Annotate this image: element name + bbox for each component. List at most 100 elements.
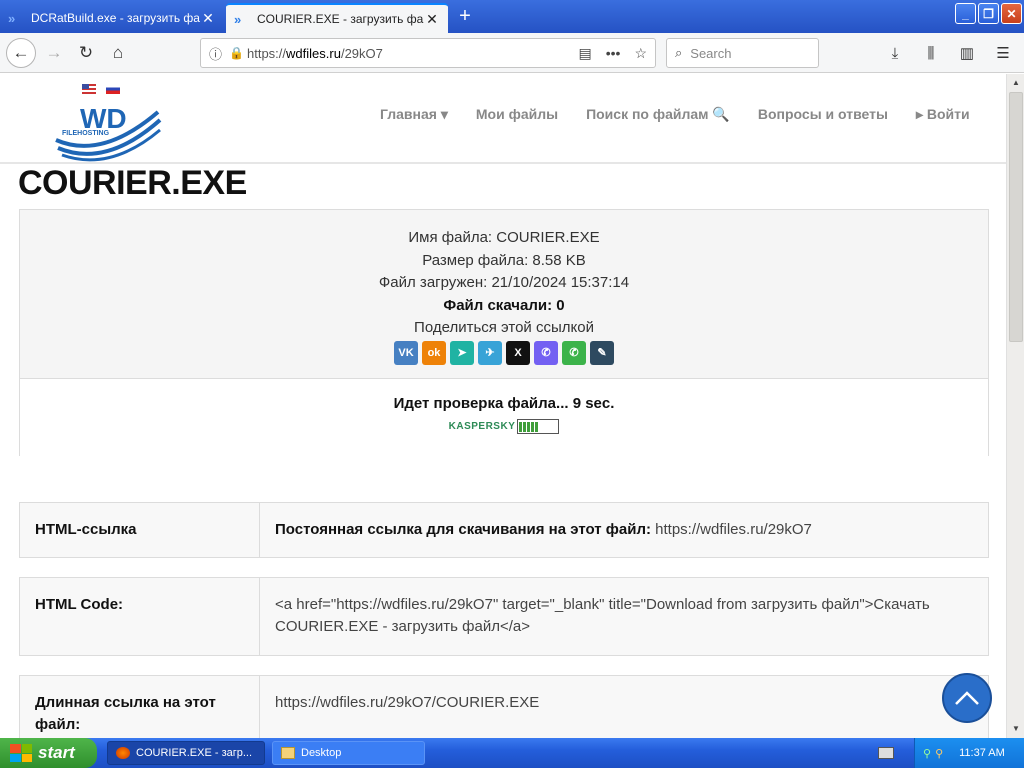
ok-share-button[interactable]: ok <box>422 340 446 365</box>
bookmark-star-icon[interactable]: ☆ <box>634 45 647 62</box>
viber-share-button[interactable]: ✆ <box>534 340 558 365</box>
forward-icon[interactable]: → <box>40 39 68 67</box>
window-controls: _ ❐ ✕ <box>955 3 1022 24</box>
clock[interactable]: 11:37 AM <box>959 747 1005 759</box>
share-label: Поделиться этой ссылкой <box>414 319 594 337</box>
windows-taskbar: start COURIER.EXE - загр... Desktop ⚲ ⚲ … <box>0 738 1024 768</box>
html-link-value: Постоянная ссылка для скачивания на этот… <box>260 503 988 557</box>
tab-dcratbuild[interactable]: » DCRatBuild.exe - загрузить файл ✕ <box>0 3 224 33</box>
check-status: Идет проверка файла... 9 sec. <box>393 395 615 412</box>
address-bar[interactable]: ⓘ 🔒 https://wdfiles.ru/29kO7 ▤ ••• ☆ <box>200 38 656 68</box>
feed-share-button[interactable]: ➤ <box>450 340 474 365</box>
scroll-down-icon[interactable]: ▼ <box>1009 722 1023 736</box>
kaspersky-logo: KASPERSKY <box>448 421 516 432</box>
html-link-row: HTML-ссылка Постоянная ссылка для скачив… <box>19 502 989 558</box>
html-link-label: HTML-ссылка <box>20 503 260 557</box>
scan-progress-bar <box>517 419 560 434</box>
search-icon: ⌕ <box>675 45 683 60</box>
close-tab-icon[interactable]: ✕ <box>200 10 216 27</box>
whatsapp-share-button[interactable]: ✆ <box>562 340 586 365</box>
file-uploaded: Файл загружен: 21/10/2024 15:37:14 <box>378 274 630 292</box>
long-link-row: Длинная ссылка на этот файл: https://wdf… <box>19 675 989 738</box>
tab-courier[interactable]: » COURIER.EXE - загрузить файл ✕ <box>226 3 448 33</box>
html-code-value[interactable]: <a href="https://wdfiles.ru/29kO7" targe… <box>260 578 988 655</box>
new-tab-icon[interactable]: + <box>453 4 477 28</box>
file-downloads: Файл скачали: 0 <box>443 296 565 314</box>
search-input[interactable]: ⌕ Search <box>666 38 819 68</box>
nav-search-files[interactable]: Поиск по файлам 🔍 <box>586 106 730 123</box>
library-icon[interactable]: ⫼ <box>918 38 944 68</box>
file-name: Имя файла: COURIER.EXE <box>408 229 600 246</box>
scroll-thumb[interactable] <box>1009 92 1023 342</box>
info-icon[interactable]: ⓘ <box>209 44 229 63</box>
url-prefix: https:// <box>247 45 287 61</box>
restore-icon[interactable]: ❐ <box>978 3 999 24</box>
chevron-up-icon <box>955 691 979 705</box>
task-label: COURIER.EXE - загр... <box>136 747 253 759</box>
scroll-to-top-button[interactable] <box>942 673 992 723</box>
tab-title: COURIER.EXE - загрузить файл <box>257 12 424 26</box>
taskbar-item-courier[interactable]: COURIER.EXE - загр... <box>107 741 265 765</box>
url-host: wdfiles.ru <box>286 45 341 61</box>
html-code-label: HTML Code: <box>20 578 260 655</box>
menu-icon[interactable]: ☰ <box>990 38 1016 68</box>
network-icon[interactable]: ⚲ <box>923 747 931 760</box>
nav-login[interactable]: ▸ Войти <box>916 106 970 123</box>
telegram-share-button[interactable]: ✈ <box>478 340 502 365</box>
url-text[interactable]: https://wdfiles.ru/29kO7 <box>247 46 578 61</box>
file-size: Размер файла: 8.58 KB <box>422 251 586 269</box>
lock-icon: 🔒 <box>229 46 244 60</box>
start-label: start <box>38 743 75 762</box>
reader-view-icon[interactable]: ▤ <box>578 45 591 62</box>
html-code-row: HTML Code: <a href="https://wdfiles.ru/2… <box>19 577 989 656</box>
html-link-url[interactable]: https://wdfiles.ru/29kO7 <box>655 521 812 538</box>
main-nav: Главная ▾ Мои файлы Поиск по файлам 🔍 Во… <box>380 106 998 123</box>
livejournal-share-button[interactable]: ✎ <box>590 340 614 365</box>
search-placeholder: Search <box>690 45 732 61</box>
file-info-panel: Имя файла: COURIER.EXE Размер файла: 8.5… <box>19 209 989 456</box>
vk-share-button[interactable]: VK <box>394 340 418 365</box>
browser-tab-strip: » DCRatBuild.exe - загрузить файл ✕ » CO… <box>0 0 1024 33</box>
html-link-caption: Постоянная ссылка для скачивания на этот… <box>275 521 651 538</box>
long-link-label: Длинная ссылка на этот файл: <box>20 676 260 738</box>
close-tab-icon[interactable]: ✕ <box>424 11 440 28</box>
browser-toolbar: ← → ↻ ⌂ ⓘ 🔒 https://wdfiles.ru/29kO7 ▤ •… <box>0 33 1024 73</box>
windows-logo-icon <box>10 744 32 762</box>
system-tray: ⚲ ⚲ 11:37 AM <box>914 738 1024 768</box>
download-icon[interactable]: ⤓ <box>882 38 908 68</box>
reload-icon[interactable]: ↻ <box>72 39 100 67</box>
long-link-value[interactable]: https://wdfiles.ru/29kO7/COURIER.EXE <box>260 676 988 738</box>
wd-logo[interactable]: WD FILEHOSTING <box>52 98 162 162</box>
nav-faq[interactable]: Вопросы и ответы <box>758 106 888 123</box>
share-buttons: VK ok ➤ ✈ X ✆ ✆ ✎ <box>20 340 988 365</box>
search-tray-icon[interactable]: ⚲ <box>935 747 943 760</box>
russian-flag-icon[interactable] <box>106 84 120 94</box>
firefox-icon <box>116 747 130 759</box>
vertical-scrollbar[interactable]: ▲ ▼ <box>1006 74 1024 738</box>
keyboard-icon[interactable] <box>878 747 894 759</box>
sidebar-icon[interactable]: ▥ <box>954 38 980 68</box>
kaspersky-badge: KASPERSKY <box>20 419 988 434</box>
home-icon[interactable]: ⌂ <box>104 39 132 67</box>
nav-my-files[interactable]: Мои файлы <box>476 106 558 123</box>
back-icon[interactable]: ← <box>6 38 36 68</box>
taskbar-item-desktop[interactable]: Desktop <box>272 741 425 765</box>
site-header: WD FILEHOSTING Главная ▾ Мои файлы Поиск… <box>0 74 1006 164</box>
folder-icon <box>281 747 295 759</box>
url-path: /29kO7 <box>340 45 383 61</box>
close-window-icon[interactable]: ✕ <box>1001 3 1022 24</box>
web-page: WD FILEHOSTING Главная ▾ Мои файлы Поиск… <box>0 74 1006 738</box>
logo-sub: FILEHOSTING <box>62 130 110 137</box>
english-flag-icon[interactable] <box>82 84 96 94</box>
page-title: COURIER.EXE <box>18 164 247 202</box>
x-share-button[interactable]: X <box>506 340 530 365</box>
tab-title: DCRatBuild.exe - загрузить файл <box>31 11 200 25</box>
start-button[interactable]: start <box>0 738 97 768</box>
task-label: Desktop <box>301 747 342 759</box>
minimize-icon[interactable]: _ <box>955 3 976 24</box>
page-actions-icon[interactable]: ••• <box>606 45 621 62</box>
site-favicon-icon: » <box>234 11 242 27</box>
site-favicon-icon: » <box>8 10 16 26</box>
scroll-up-icon[interactable]: ▲ <box>1009 76 1023 90</box>
nav-home[interactable]: Главная ▾ <box>380 106 448 123</box>
